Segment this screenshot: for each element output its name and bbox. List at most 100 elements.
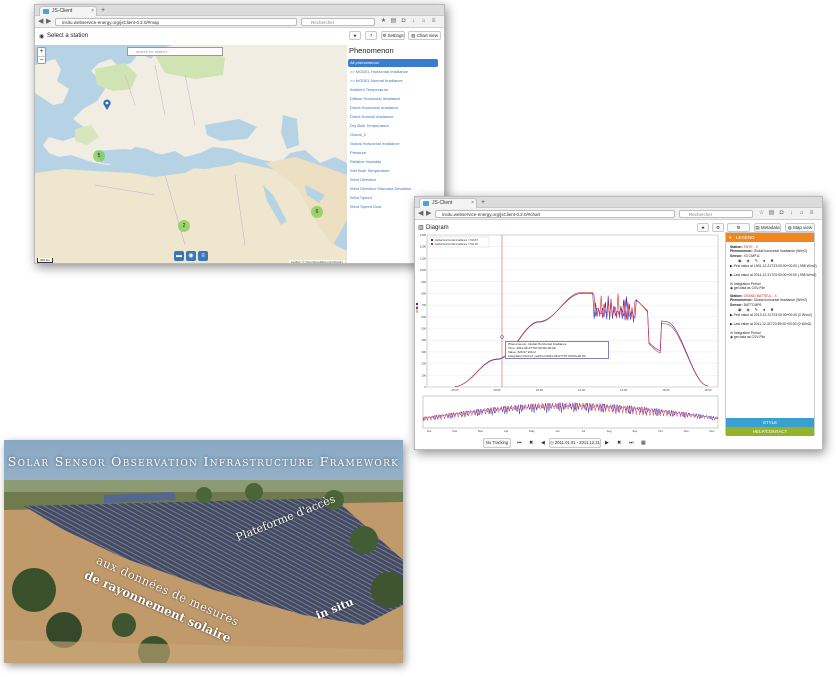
phenomenon-item[interactable]: Pressure <box>348 149 438 157</box>
browser-search-input[interactable]: Rechercher <box>301 18 375 26</box>
no-tracking-button[interactable]: No Tracking <box>483 438 511 448</box>
locate-button[interactable]: ◉ <box>186 251 196 261</box>
style-section-header[interactable]: STYLE <box>726 418 814 427</box>
phenomenon-name: Global horizontal Irradiance (W/m2) <box>753 249 808 253</box>
url-bar[interactable]: insitu.webservice-energy.org/jsClient-0.… <box>435 210 675 218</box>
browser-tab[interactable]: JS-Client × <box>39 6 97 16</box>
last-period-icon[interactable]: ⏭ <box>629 440 634 446</box>
browser-search-input[interactable]: Rechercher <box>679 210 753 218</box>
legend-csv-link[interactable]: ◉ get data as CSV-File <box>730 335 765 339</box>
settings-button[interactable]: ⚙ Settings <box>381 31 405 40</box>
legend-last-value[interactable]: ▶ Last value at 2011-12-31T23:59:00+00:0… <box>730 322 811 326</box>
metadata-button[interactable]: ▤ Metadata <box>754 223 781 232</box>
uk-landmass <box>35 59 69 105</box>
phenomenon-item[interactable]: Global_2 <box>348 131 438 139</box>
phenomenon-item[interactable]: >> MODEL Normal Irradiance <box>348 77 438 85</box>
url-bar[interactable]: insitu.webservice-energy.org/jsClient-0.… <box>55 18 297 26</box>
forward-icon[interactable]: ▶ <box>46 17 51 27</box>
map-attribution[interactable]: Leaflet | © OpenStreetMap contributors <box>288 260 345 263</box>
eye-icon[interactable]: ◉ <box>738 307 747 312</box>
close-tab-icon[interactable]: × <box>471 199 474 208</box>
next-period-icon[interactable]: ▶ <box>605 440 609 446</box>
y-tick-label: 1000 <box>420 268 427 272</box>
phenomenon-item[interactable]: Dry Bulb Temperature <box>348 122 438 130</box>
zoom-in-button[interactable]: + <box>38 48 45 56</box>
phenomenon-item[interactable]: Ambient Temperature <box>348 86 438 94</box>
phenomenon-item[interactable]: Wind Direction Standard Deviation <box>348 185 438 193</box>
map-view-button[interactable]: ◍ Map view <box>785 223 815 232</box>
new-tab-icon[interactable]: + <box>101 6 105 15</box>
menu-icon[interactable]: ≡ <box>430 18 437 25</box>
back-icon[interactable]: ◀ <box>418 209 423 219</box>
download-icon[interactable]: ↓ <box>410 18 417 25</box>
edit-icon[interactable]: ✎ <box>755 258 763 263</box>
bookmark-star-icon[interactable]: ★ <box>380 18 387 25</box>
phenomenon-item[interactable]: Direct Horizontal Irradiance <box>348 104 438 112</box>
help-contact-header[interactable]: HELP/CONTACT <box>726 427 814 436</box>
station-cluster[interactable]: 2 <box>178 220 190 232</box>
back-icon[interactable]: ◀ <box>38 17 43 27</box>
phenomenon-item[interactable]: Global Horizontal Irradiance <box>348 140 438 148</box>
phenomenon-item[interactable]: Relative Humidity <box>348 158 438 166</box>
zoom-out-time-icon[interactable]: ✖ <box>529 440 533 446</box>
legend-panel: ▾ LEGEND Station: ENTE - X Phenomenon: G… <box>725 232 817 436</box>
folder-button[interactable]: ▬ <box>174 251 184 261</box>
phenomenon-item[interactable]: All phenomenon <box>348 59 438 67</box>
overview-chart[interactable]: Jan Feb Mar Apr May Jun Jul Aug Sep Oct Nov Dec <box>415 394 721 436</box>
station-cluster[interactable]: 5 <box>93 150 105 162</box>
time-range-button[interactable]: ◷ 2011.01.01 - 2011.12.31 <box>549 438 601 448</box>
browser-tab[interactable]: JS-Client × <box>419 198 477 208</box>
settings-button[interactable]: ⚙ Settings <box>727 223 750 237</box>
pin-icon[interactable]: ◈ <box>747 258 755 263</box>
legend-csv-link[interactable]: ◉ get data as CSV-File <box>730 286 765 290</box>
list-button[interactable]: ≡ <box>198 251 208 261</box>
phenomenon-item[interactable]: >> MODEL Horizontal Irradiance <box>348 68 438 76</box>
cluster-count: 2 <box>182 223 186 229</box>
reading-list-icon[interactable]: ▤ <box>768 210 775 217</box>
favorite-button[interactable]: ★ <box>349 31 361 40</box>
remove-icon[interactable]: ✖ <box>770 307 778 312</box>
zoom-in-time-icon[interactable]: ✖ <box>617 440 621 446</box>
legend-first-value[interactable]: ▶ First value at 1991-12-31T23:00:00+00:… <box>730 264 817 268</box>
map-canvas[interactable]: search for station... + − 5 2 6 ▬ ◉ ≡ 30… <box>35 45 347 263</box>
station-search-input[interactable]: search for station... <box>127 47 223 56</box>
forward-icon[interactable]: ▶ <box>426 209 431 219</box>
no-tracking-label: No Tracking <box>485 440 509 445</box>
pocket-icon[interactable]: ◘ <box>400 18 407 25</box>
download-icon[interactable]: ↓ <box>788 210 795 217</box>
grid-view-icon[interactable]: ▦ <box>641 440 646 446</box>
chart-view-button[interactable]: ▥ Chart view <box>408 31 441 40</box>
phenomenon-item[interactable]: Wet Bulb Temperature <box>348 167 438 175</box>
main-chart[interactable]: 0 100 200 300 400 500 600 700 800 900 1000 1100 1200… <box>415 231 721 393</box>
star-icon: ★ <box>700 225 706 230</box>
station-cluster[interactable]: 6 <box>311 206 323 218</box>
phenomenon-item[interactable]: Direct Normal Irradiance <box>348 113 438 121</box>
menu-icon[interactable]: ≡ <box>808 210 815 217</box>
reading-list-icon[interactable]: ▤ <box>390 18 397 25</box>
overview-plot-area[interactable] <box>422 395 719 429</box>
browser-search-placeholder: Rechercher <box>689 212 713 217</box>
previous-period-icon[interactable]: ◀ <box>541 440 545 446</box>
pin-icon[interactable]: ◈ <box>747 307 755 312</box>
first-period-icon[interactable]: ⏮ <box>517 440 522 446</box>
home-icon[interactable]: ⌂ <box>420 18 427 25</box>
station-marker-icon[interactable] <box>103 99 111 110</box>
legend-header[interactable]: ▾ LEGEND <box>726 233 814 242</box>
plot-area[interactable] <box>426 234 719 388</box>
legend-first-value[interactable]: ▶ First value at 2013-12-31T23:00:00+00:… <box>730 313 812 317</box>
overview-month-label: Jun <box>555 429 560 433</box>
pocket-icon[interactable]: ◘ <box>778 210 785 217</box>
eye-icon[interactable]: ◉ <box>738 258 747 263</box>
phenomenon-item[interactable]: Diffuse Horizontal Irradiance <box>348 95 438 103</box>
new-tab-icon[interactable]: + <box>481 198 485 207</box>
help-button[interactable]: ? <box>365 31 377 40</box>
phenomenon-item[interactable]: Wind Direction <box>348 176 438 184</box>
remove-icon[interactable]: ✖ <box>770 258 778 263</box>
zoom-out-button[interactable]: − <box>38 56 45 64</box>
tooltip-period: Integration Period: yearfrom2011-06-07T0… <box>508 353 586 358</box>
legend-last-value[interactable]: ▶ Last value at 2014-12-31T23:00:00+00:0… <box>730 273 816 277</box>
home-icon[interactable]: ⌂ <box>798 210 805 217</box>
close-tab-icon[interactable]: × <box>91 7 94 16</box>
edit-icon[interactable]: ✎ <box>755 307 763 312</box>
bookmark-star-icon[interactable]: ☆ <box>758 210 765 217</box>
